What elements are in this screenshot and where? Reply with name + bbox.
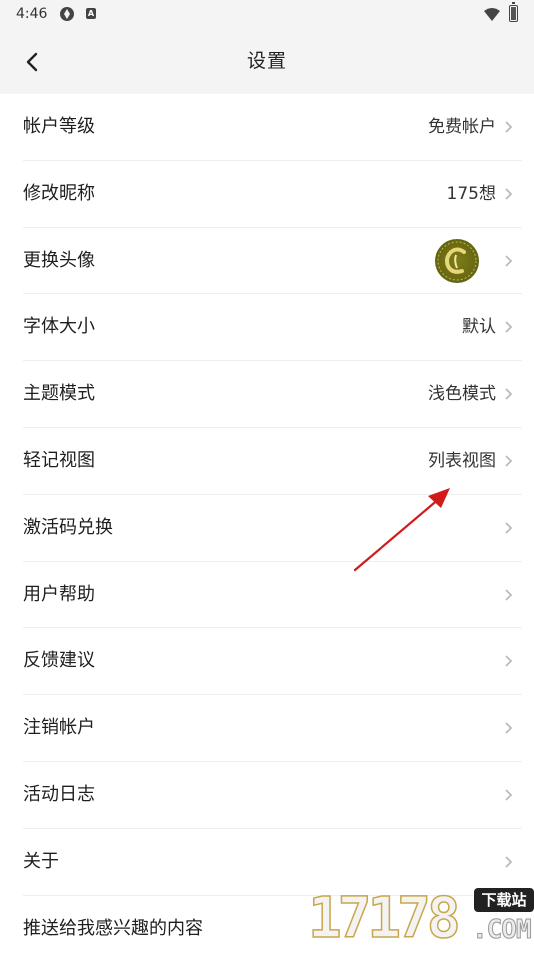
settings-item-delete-account[interactable]: 注销帐户	[23, 695, 522, 762]
settings-item-value: 列表视图	[428, 450, 496, 471]
settings-item-label: 主题模式	[23, 383, 95, 405]
app-header: 设置	[0, 30, 534, 94]
settings-item-theme[interactable]: 主题模式 浅色模式	[23, 361, 522, 428]
chevron-right-icon	[505, 789, 513, 801]
back-button[interactable]	[18, 48, 46, 76]
settings-item-activation-code[interactable]: 激活码兑换	[23, 495, 522, 562]
settings-item-label: 注销帐户	[23, 717, 95, 739]
chevron-right-icon	[505, 455, 513, 467]
status-bar: 4:46 A	[0, 0, 534, 30]
settings-item-label: 轻记视图	[23, 449, 95, 471]
settings-item-label: 关于	[23, 850, 59, 872]
settings-item-value: 默认	[462, 317, 496, 338]
chevron-right-icon	[505, 722, 513, 734]
app-notification-icon: A	[86, 8, 96, 19]
chevron-right-icon	[505, 188, 513, 200]
avatar	[435, 238, 479, 283]
settings-item-label: 用户帮助	[23, 583, 95, 605]
settings-item-label: 反馈建议	[23, 650, 95, 672]
settings-item-value: 浅色模式	[428, 384, 496, 405]
settings-item-label: 激活码兑换	[23, 516, 113, 538]
settings-item-help[interactable]: 用户帮助	[23, 562, 522, 629]
settings-item-label: 推送给我感兴趣的内容	[23, 917, 203, 939]
settings-item-feedback[interactable]: 反馈建议	[23, 628, 522, 696]
settings-item-activity-log[interactable]: 活动日志	[23, 762, 522, 829]
chevron-right-icon	[505, 121, 513, 133]
settings-item-nickname[interactable]: 修改昵称 175想	[23, 161, 522, 228]
settings-item-account-level[interactable]: 帐户等级 免费帐户	[23, 94, 522, 161]
settings-item-about[interactable]: 关于	[23, 829, 522, 896]
settings-item-label: 活动日志	[23, 783, 95, 805]
sync-icon	[60, 7, 74, 21]
settings-item-label: 更换头像	[23, 249, 95, 271]
settings-item-note-view[interactable]: 轻记视图 列表视图	[23, 428, 522, 495]
chevron-right-icon	[505, 522, 513, 534]
settings-item-label: 修改昵称	[23, 182, 95, 204]
chevron-right-icon	[505, 254, 513, 267]
wifi-icon	[484, 8, 500, 21]
settings-list: 帐户等级 免费帐户 修改昵称 175想 更换头像 字体大小 默认 主题模式 浅色…	[0, 94, 534, 962]
settings-item-avatar[interactable]: 更换头像	[23, 228, 522, 295]
settings-item-font-size[interactable]: 字体大小 默认	[23, 294, 522, 362]
chevron-right-icon	[505, 321, 513, 334]
settings-item-push-interests[interactable]: 推送给我感兴趣的内容	[23, 896, 522, 962]
settings-item-value: 免费帐户	[428, 117, 496, 137]
status-time: 4:46	[16, 6, 48, 22]
settings-item-label: 字体大小	[23, 316, 95, 338]
settings-item-label: 帐户等级	[23, 116, 95, 137]
settings-item-value: 175想	[446, 183, 496, 204]
avatar-letter-c-image	[437, 241, 477, 281]
chevron-right-icon	[505, 388, 513, 400]
chevron-right-icon	[505, 856, 513, 868]
chevron-right-icon	[505, 655, 513, 668]
page-title: 设置	[246, 50, 287, 72]
chevron-right-icon	[505, 588, 513, 601]
battery-icon	[509, 2, 518, 22]
